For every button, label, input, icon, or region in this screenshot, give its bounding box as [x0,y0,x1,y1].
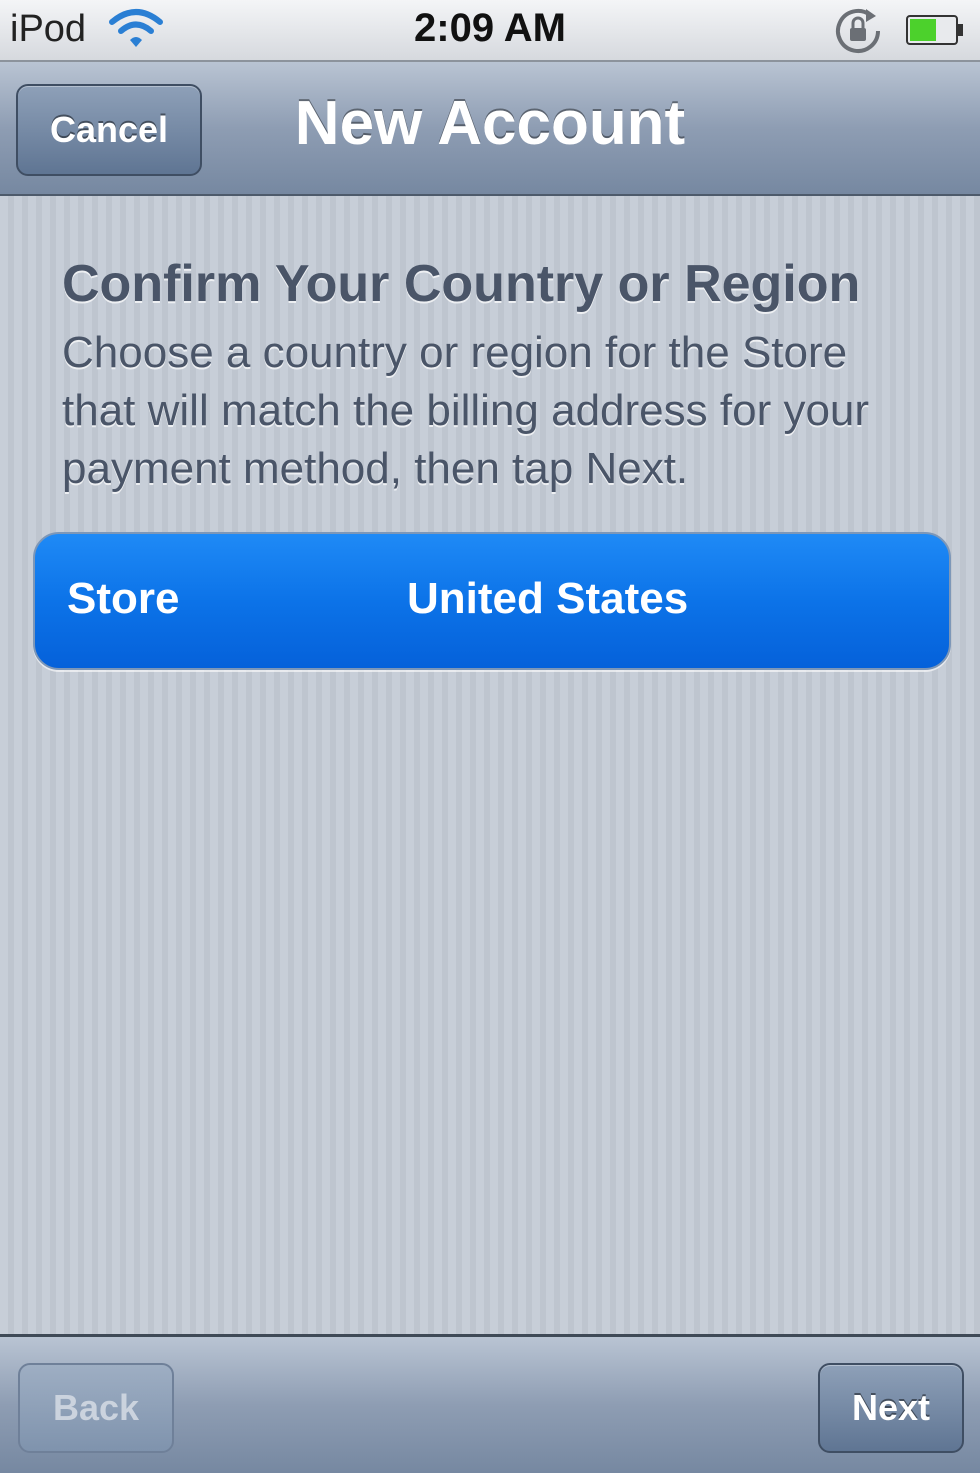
rotation-lock-icon [832,6,886,56]
content-area: Confirm Your Country or Region Choose a … [0,196,980,1334]
navigation-bar: Cancel New Account [0,62,980,196]
back-button[interactable]: Back [18,1363,174,1453]
cancel-button[interactable]: Cancel [16,84,202,176]
battery-icon [906,15,964,45]
store-label: Store [67,574,180,623]
status-bar: iPod 2:09 AM [0,0,980,62]
section-description: Choose a country or region for the Store… [62,328,870,493]
next-button[interactable]: Next [818,1363,964,1453]
store-country-row[interactable]: Store United States [33,532,951,670]
store-value: United States [407,574,689,623]
page-title: New Account [294,89,686,158]
section-title: Confirm Your Country or Region [62,255,861,313]
bottom-toolbar: Back Next [0,1334,980,1473]
